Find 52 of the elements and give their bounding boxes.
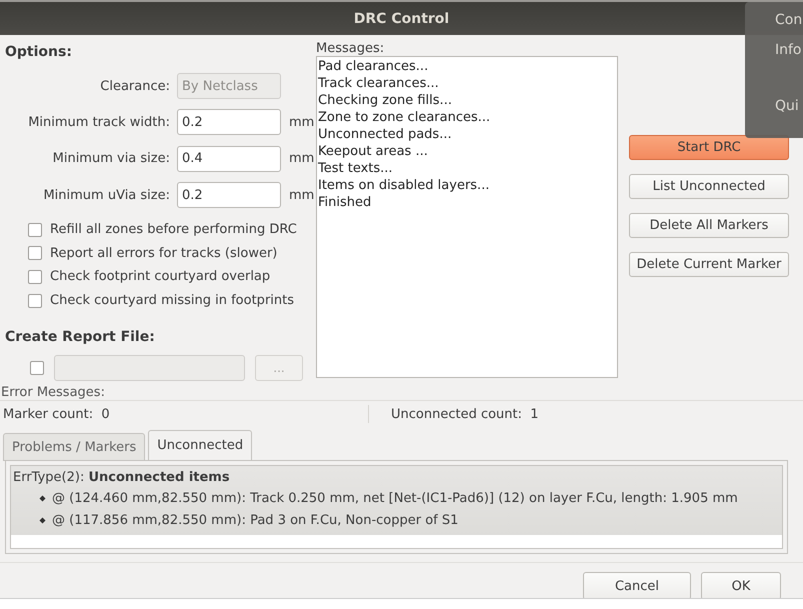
- message-line: Checking zone fills...: [318, 92, 453, 109]
- field-label: Minimum track width:: [27, 114, 171, 130]
- input-field[interactable]: 0.2: [177, 109, 281, 136]
- tab[interactable]: Unconnected: [148, 430, 252, 461]
- dialog-button[interactable]: Cancel: [583, 572, 691, 600]
- unit-label: mm: [289, 151, 314, 166]
- bullet-icon: [39, 494, 46, 502]
- tab[interactable]: Problems / Markers: [3, 433, 146, 461]
- checkbox-label: Check footprint courtyard overlap: [50, 269, 270, 284]
- input-field[interactable]: 0.4: [177, 146, 281, 172]
- error-messages-label: Error Messages:: [0, 385, 106, 400]
- error-item[interactable]: @ (117.856 mm,82.550 mm): Pad 3 on F.Cu, Non-copper of S1: [52, 512, 458, 528]
- checkbox[interactable]: [28, 270, 42, 284]
- report-heading: Create Report File:: [5, 329, 156, 346]
- unconnected-count: Unconnected count: 1: [390, 406, 540, 422]
- checkbox-label: Refill all zones before performing DRC: [50, 222, 297, 238]
- checkbox-label: Report all errors for tracks (slower): [50, 246, 278, 261]
- message-line: Unconnected pads...: [318, 126, 453, 143]
- input-field[interactable]: 0.2: [177, 182, 281, 208]
- action-button[interactable]: Delete All Markers: [629, 213, 789, 238]
- unit-label: mm: [289, 114, 314, 130]
- checkbox[interactable]: [28, 222, 42, 237]
- field-label: Clearance:: [99, 78, 171, 94]
- bullet-icon: [39, 516, 46, 524]
- checkbox[interactable]: [30, 361, 44, 376]
- error-item[interactable]: @ (124.460 mm,82.550 mm): Track 0.250 mm, net [Net-(IC1-Pad6)] (12) on layer F.Cu, length: 1.905 mm: [52, 490, 738, 506]
- message-line: Keepout areas ...: [318, 143, 429, 160]
- menu-item[interactable]: Info: [775, 42, 803, 98]
- action-button[interactable]: Delete Current Marker: [629, 252, 789, 277]
- dialog-button[interactable]: OK: [701, 572, 781, 600]
- unit-label: mm: [289, 188, 314, 203]
- options-heading: Options:: [5, 44, 73, 60]
- message-line: Zone to zone clearances...: [318, 109, 492, 126]
- checkbox-label: Check courtyard missing in footprints: [50, 293, 294, 308]
- message-line: Finished: [318, 194, 372, 211]
- checkbox[interactable]: [28, 246, 42, 260]
- marker-count: Marker count: 0: [2, 406, 111, 422]
- menu-item[interactable]: Qui: [775, 98, 803, 128]
- message-line: Pad clearances...: [318, 58, 430, 75]
- message-line: Test texts...: [318, 160, 394, 177]
- error-group[interactable]: ErrType(2): Unconnected items: [13, 469, 782, 487]
- messages-label: Messages:: [316, 41, 386, 56]
- window-title: DRC Control: [354, 10, 450, 26]
- report-path-field[interactable]: [54, 355, 245, 382]
- field-label: Minimum uVia size:: [42, 188, 171, 203]
- menu-item[interactable]: Con: [775, 12, 803, 42]
- action-button[interactable]: List Unconnected: [629, 174, 789, 199]
- field-label: Minimum via size:: [52, 151, 171, 166]
- message-line: Track clearances...: [318, 75, 440, 92]
- action-button[interactable]: Start DRC: [629, 135, 789, 160]
- checkbox[interactable]: [28, 294, 42, 308]
- message-line: Items on disabled layers...: [318, 177, 490, 194]
